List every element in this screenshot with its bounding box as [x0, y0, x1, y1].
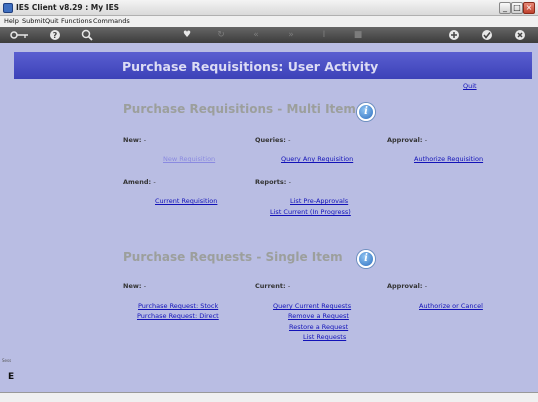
refresh-icon[interactable]: ↻ — [215, 29, 227, 41]
list-current-link[interactable]: List Current (In Progress) — [270, 208, 351, 216]
close-window-button[interactable]: × — [523, 2, 535, 14]
svg-text:?: ? — [53, 31, 58, 40]
query-current-requests-link[interactable]: Query Current Requests — [273, 302, 351, 310]
status-bar — [0, 392, 538, 402]
page-header: Purchase Requisitions: User Activity — [14, 52, 532, 79]
menu-quit[interactable]: Quit — [45, 17, 59, 25]
multi-reports-label: Reports: - — [255, 178, 291, 186]
single-item-title: Purchase Requests - Single Item — [123, 250, 343, 264]
key-icon[interactable] — [10, 29, 30, 41]
purchase-request-stock-link[interactable]: Purchase Request: Stock — [138, 302, 218, 310]
single-approval-label: Approval: - — [387, 282, 428, 290]
restore-request-link[interactable]: Restore a Request — [289, 323, 348, 331]
menu-help[interactable]: Help — [4, 17, 19, 25]
info-icon[interactable]: i — [357, 103, 375, 121]
text-cursor-icon[interactable]: I — [318, 29, 330, 41]
search-icon[interactable] — [81, 29, 93, 41]
menu-submit[interactable]: Submit — [22, 17, 45, 25]
menu-bar: Help Submit Quit Functions Commands — [0, 16, 538, 27]
multi-item-title: Purchase Requisitions - Multi Item — [123, 102, 356, 116]
info-icon[interactable]: i — [357, 250, 375, 268]
single-new-label: New: - — [123, 282, 147, 290]
multi-amend-label: Amend: - — [123, 178, 156, 186]
page-title: Purchase Requisitions: User Activity — [122, 59, 379, 74]
remove-request-link[interactable]: Remove a Request — [288, 312, 349, 320]
left-strip-small-text: Sess — [2, 358, 12, 363]
multi-new-label: New: - — [123, 136, 147, 144]
quit-link[interactable]: Quit — [463, 82, 477, 90]
purchase-request-direct-link[interactable]: Purchase Request: Direct — [137, 312, 219, 320]
help-icon[interactable]: ? — [49, 29, 61, 41]
multi-queries-label: Queries: - — [255, 136, 291, 144]
query-any-requisition-link[interactable]: Query Any Requisition — [281, 155, 353, 163]
current-requisition-link[interactable]: Current Requisition — [155, 197, 217, 205]
new-requisition-link[interactable]: New Requisition — [163, 155, 215, 163]
rewind-icon[interactable]: « — [250, 29, 262, 41]
add-icon[interactable] — [448, 29, 460, 41]
stop-icon[interactable]: ■ — [352, 29, 364, 41]
check-icon[interactable] — [481, 29, 493, 41]
list-requests-link[interactable]: List Requests — [303, 333, 346, 341]
left-strip-letter: E — [8, 372, 15, 382]
window-titlebar: IES Client v8.29 : My IES _ □ × — [0, 0, 538, 16]
heart-icon[interactable]: ♥ — [181, 29, 193, 41]
minimize-button[interactable]: _ — [499, 2, 511, 14]
menu-functions[interactable]: Functions — [61, 17, 92, 25]
authorize-or-cancel-link[interactable]: Authorize or Cancel — [419, 302, 483, 310]
window-title: IES Client v8.29 : My IES — [16, 3, 120, 12]
single-current-label: Current: - — [255, 282, 291, 290]
multi-approval-label: Approval: - — [387, 136, 428, 144]
app-icon — [3, 3, 13, 13]
authorize-requisition-link[interactable]: Authorize Requisition — [414, 155, 483, 163]
maximize-button[interactable]: □ — [511, 2, 523, 14]
close-icon[interactable] — [514, 29, 526, 41]
toolbar: ? ♥ ↻ « » I ■ — [0, 27, 538, 43]
left-strip: Sess E — [0, 358, 15, 388]
menu-commands[interactable]: Commands — [93, 17, 130, 25]
list-pre-approvals-link[interactable]: List Pre-Approvals — [290, 197, 348, 205]
forward-icon[interactable]: » — [285, 29, 297, 41]
